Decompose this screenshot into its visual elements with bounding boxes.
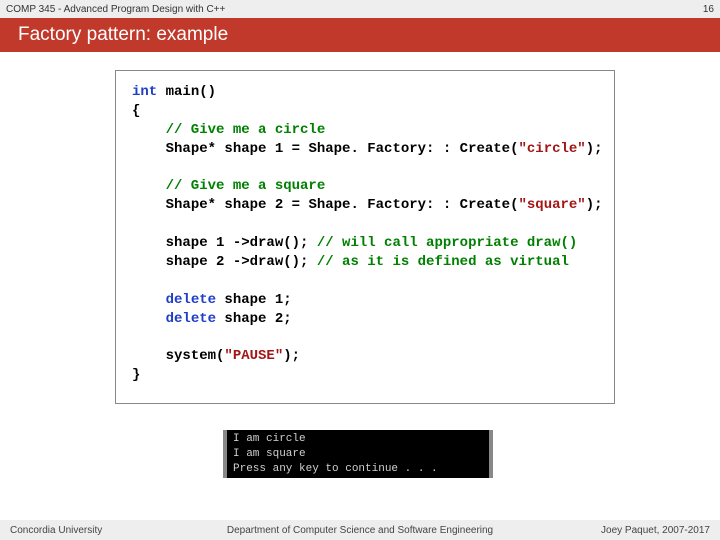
- code-text: Shape. Factory: : Create(: [308, 197, 518, 213]
- code-keyword: delete: [166, 311, 216, 327]
- code-text: [132, 197, 166, 213]
- code-text: Shape*: [166, 141, 225, 157]
- console-line: Press any key to continue . . .: [233, 463, 438, 475]
- top-bar: COMP 345 - Advanced Program Design with …: [0, 0, 720, 18]
- code-text: {: [132, 103, 140, 119]
- title-bar: Factory pattern: example: [0, 18, 720, 52]
- code-box: int main() { // Give me a circle Shape* …: [115, 70, 615, 404]
- code-text: [132, 292, 166, 308]
- footer-mid: Department of Computer Science and Softw…: [0, 525, 720, 536]
- code-text: shape 1;: [216, 292, 292, 308]
- code-text: );: [586, 141, 603, 157]
- code-text: }: [132, 367, 140, 383]
- code-text: system(: [132, 348, 224, 364]
- code-text: );: [283, 348, 300, 364]
- code-text: [132, 311, 166, 327]
- code-text: Shape*: [166, 197, 225, 213]
- code-comment: // Give me a circle: [132, 122, 325, 138]
- code-text: shape 1 =: [224, 141, 308, 157]
- code-comment: // will call appropriate draw(): [317, 235, 577, 251]
- code-text: shape 2 ->draw();: [132, 254, 317, 270]
- code-text: shape 1 ->draw();: [132, 235, 317, 251]
- code-text: shape 2 =: [224, 197, 308, 213]
- code-text: Shape. Factory: : Create(: [308, 141, 518, 157]
- footer-bar: Concordia University Department of Compu…: [0, 520, 720, 540]
- page-number: 16: [703, 4, 714, 15]
- code-string: "PAUSE": [224, 348, 283, 364]
- console-line: I am square: [233, 448, 306, 460]
- code-text: );: [586, 197, 603, 213]
- code-string: "square": [518, 197, 585, 213]
- code-text: [132, 141, 166, 157]
- code-string: "circle": [518, 141, 585, 157]
- code-comment: // as it is defined as virtual: [317, 254, 569, 270]
- course-label: COMP 345 - Advanced Program Design with …: [6, 4, 225, 15]
- code-text: shape 2;: [216, 311, 292, 327]
- slide-title: Factory pattern: example: [18, 24, 228, 46]
- console-line: I am circle: [233, 433, 306, 445]
- code-text: main(): [157, 84, 216, 100]
- content-area: int main() { // Give me a circle Shape* …: [115, 70, 615, 404]
- console-output: I am circle I am square Press any key to…: [223, 430, 493, 478]
- slide: COMP 345 - Advanced Program Design with …: [0, 0, 720, 540]
- code-comment: // Give me a square: [132, 178, 325, 194]
- code-keyword: int: [132, 84, 157, 100]
- code-keyword: delete: [166, 292, 216, 308]
